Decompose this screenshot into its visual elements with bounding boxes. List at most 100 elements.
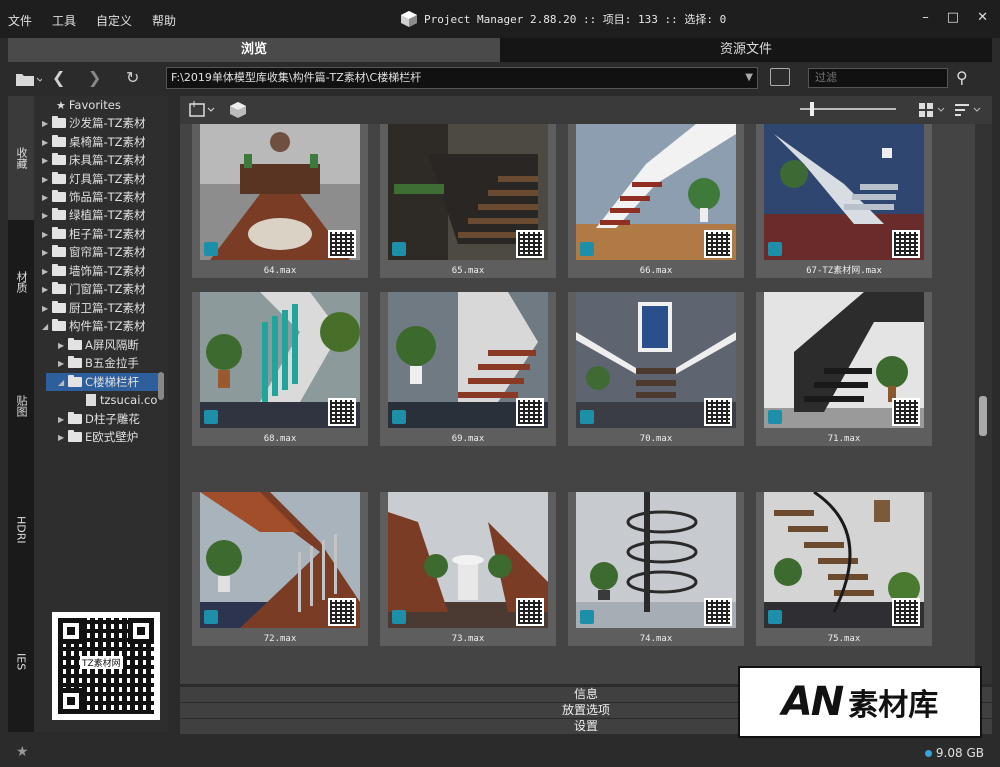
tree-item-label: tzsucai.co (100, 393, 158, 407)
collapse-arrow-icon[interactable]: ◢ (42, 322, 52, 331)
tree-item-favorites[interactable]: ★ Favorites (56, 96, 121, 114)
expand-arrow-icon[interactable]: ▶ (58, 433, 68, 442)
forward-arrow-icon[interactable]: ❯ (88, 68, 101, 87)
tree-item-label: 饰品篇-TZ素材 (69, 190, 146, 204)
tree-item[interactable]: ▶ 墙饰篇-TZ素材 (42, 262, 146, 280)
vtab-ies-label: IES (14, 653, 28, 671)
filter-input[interactable]: 过滤 (808, 68, 948, 88)
vtab-materials-label: 材质 (15, 271, 28, 293)
vtab-favorites[interactable]: 收藏 (8, 96, 34, 220)
expand-arrow-icon[interactable]: ▶ (58, 341, 68, 350)
tab-resources[interactable]: 资源文件 (500, 38, 992, 62)
vtab-ies[interactable]: IES (8, 592, 34, 732)
tree-item[interactable]: ▶ E欧式壁炉 (58, 428, 138, 446)
grid-scrollbar[interactable] (975, 124, 992, 684)
tree-item[interactable]: ▶ 门窗篇-TZ素材 (42, 280, 146, 298)
expand-arrow-icon[interactable]: ▶ (58, 415, 68, 424)
menu-help[interactable]: 帮助 (152, 12, 176, 29)
tree-item[interactable]: ▶ 饰品篇-TZ素材 (42, 188, 146, 206)
folder-menu-icon[interactable] (14, 70, 42, 88)
sync-icon[interactable] (188, 100, 218, 120)
tree-item[interactable]: ▶ 厨卫篇-TZ素材 (42, 299, 146, 317)
tree-item[interactable]: ▶ D柱子雕花 (58, 410, 140, 428)
thumbnail-card[interactable]: 66.max (568, 124, 744, 278)
scrollbar-thumb[interactable] (979, 396, 987, 436)
expand-arrow-icon[interactable]: ▶ (42, 175, 52, 184)
thumbnail-card[interactable]: 69.max (380, 292, 556, 446)
menu-tools[interactable]: 工具 (52, 12, 76, 29)
tree-item[interactable]: ▶ 沙发篇-TZ素材 (42, 114, 146, 132)
menu-customize[interactable]: 自定义 (96, 12, 132, 29)
thumbnail-image (200, 124, 360, 260)
thumbnail-card[interactable]: 67-TZ素材网.max (756, 124, 932, 278)
expand-arrow-icon[interactable]: ▶ (42, 193, 52, 202)
expand-arrow-icon[interactable]: ▶ (42, 156, 52, 165)
thumbnail-card[interactable]: 70.max (568, 292, 744, 446)
max-file-icon (204, 242, 218, 256)
thumbnail-card[interactable]: 64.max (192, 124, 368, 278)
thumbnail-card[interactable]: 74.max (568, 492, 744, 646)
title-bar: 文件 工具 自定义 帮助 Project Manager 2.88.20 :: … (0, 0, 1000, 38)
thumbnail-card[interactable]: 65.max (380, 124, 556, 278)
tree-item[interactable]: ▶ 窗帘篇-TZ素材 (42, 243, 146, 261)
vtab-hdri[interactable]: HDRI (8, 468, 34, 592)
thumbnail-card[interactable]: 72.max (192, 492, 368, 646)
thumbnail-card[interactable]: 75.max (756, 492, 932, 646)
thumbnail-card[interactable]: 73.max (380, 492, 556, 646)
expand-arrow-icon[interactable]: ▶ (42, 248, 52, 257)
tab-browse[interactable]: 浏览 (8, 38, 500, 62)
expand-arrow-icon[interactable]: ▶ (42, 138, 52, 147)
tree-item[interactable]: ▶ 柜子篇-TZ素材 (42, 225, 146, 243)
folder-icon (68, 412, 82, 424)
slider-handle[interactable] (810, 102, 814, 116)
expand-arrow-icon[interactable]: ▶ (42, 285, 52, 294)
grid-view-icon[interactable] (918, 102, 948, 118)
tree-item-selected[interactable]: ◢ C楼梯栏杆 (46, 373, 164, 391)
collapse-arrow-icon[interactable]: ◢ (58, 378, 68, 387)
cube-icon[interactable] (228, 100, 250, 120)
tree-item[interactable]: ▶ 桌椅篇-TZ素材 (42, 133, 146, 151)
back-arrow-icon[interactable]: ❮ (52, 68, 65, 87)
expand-arrow-icon[interactable]: ▶ (42, 119, 52, 128)
tree-item-label: 厨卫篇-TZ素材 (69, 301, 146, 315)
tree-item[interactable]: ▶ B五金拉手 (58, 354, 139, 372)
thumbnail-card[interactable]: 71.max (756, 292, 932, 446)
max-file-icon (392, 242, 406, 256)
vtab-materials[interactable]: 材质 (8, 220, 34, 344)
expand-arrow-icon[interactable]: ▶ (42, 304, 52, 313)
expand-arrow-icon[interactable]: ▶ (42, 230, 52, 239)
sort-icon[interactable] (954, 102, 984, 118)
close-button[interactable]: ✕ (977, 10, 988, 25)
qr-mini-icon (892, 598, 920, 626)
tree-item[interactable]: ◢ 构件篇-TZ素材 (42, 317, 146, 335)
filter-options-icon[interactable] (770, 68, 790, 86)
folder-icon (52, 264, 66, 276)
content-toolbar (180, 96, 992, 124)
menu-file[interactable]: 文件 (8, 12, 32, 29)
max-file-icon (392, 410, 406, 424)
thumbnail-label: 66.max (639, 266, 673, 276)
path-input[interactable]: F:\2019单体模型库收集\构件篇-TZ素材\C楼梯栏杆 ▼ (166, 67, 758, 89)
expand-arrow-icon[interactable]: ▶ (58, 359, 68, 368)
vtab-maps[interactable]: 贴图 (8, 344, 34, 468)
expand-arrow-icon[interactable]: ▶ (42, 267, 52, 276)
tree-item-file[interactable]: tzsucai.co (86, 391, 157, 409)
thumbnail-label: 75.max (827, 634, 861, 644)
search-icon[interactable]: ⚲ (956, 68, 968, 87)
refresh-icon[interactable]: ↻ (126, 68, 139, 87)
tree-scrollbar[interactable] (158, 372, 164, 400)
chevron-down-icon[interactable]: ▼ (745, 68, 753, 88)
thumbnail-image (388, 124, 548, 260)
star-icon[interactable]: ★ (16, 744, 29, 760)
minimize-button[interactable]: – (922, 10, 929, 25)
tree-item[interactable]: ▶ A屏风隔断 (58, 336, 139, 354)
thumbnail-image (576, 292, 736, 428)
maximize-button[interactable]: □ (947, 10, 959, 25)
tree-item[interactable]: ▶ 灯具篇-TZ素材 (42, 170, 146, 188)
thumbnail-size-slider[interactable] (800, 108, 896, 110)
expand-arrow-icon[interactable]: ▶ (42, 211, 52, 220)
tree-item-label: Favorites (68, 98, 121, 112)
thumbnail-card[interactable]: 68.max (192, 292, 368, 446)
tree-item[interactable]: ▶ 绿植篇-TZ素材 (42, 206, 146, 224)
tree-item[interactable]: ▶ 床具篇-TZ素材 (42, 151, 146, 169)
